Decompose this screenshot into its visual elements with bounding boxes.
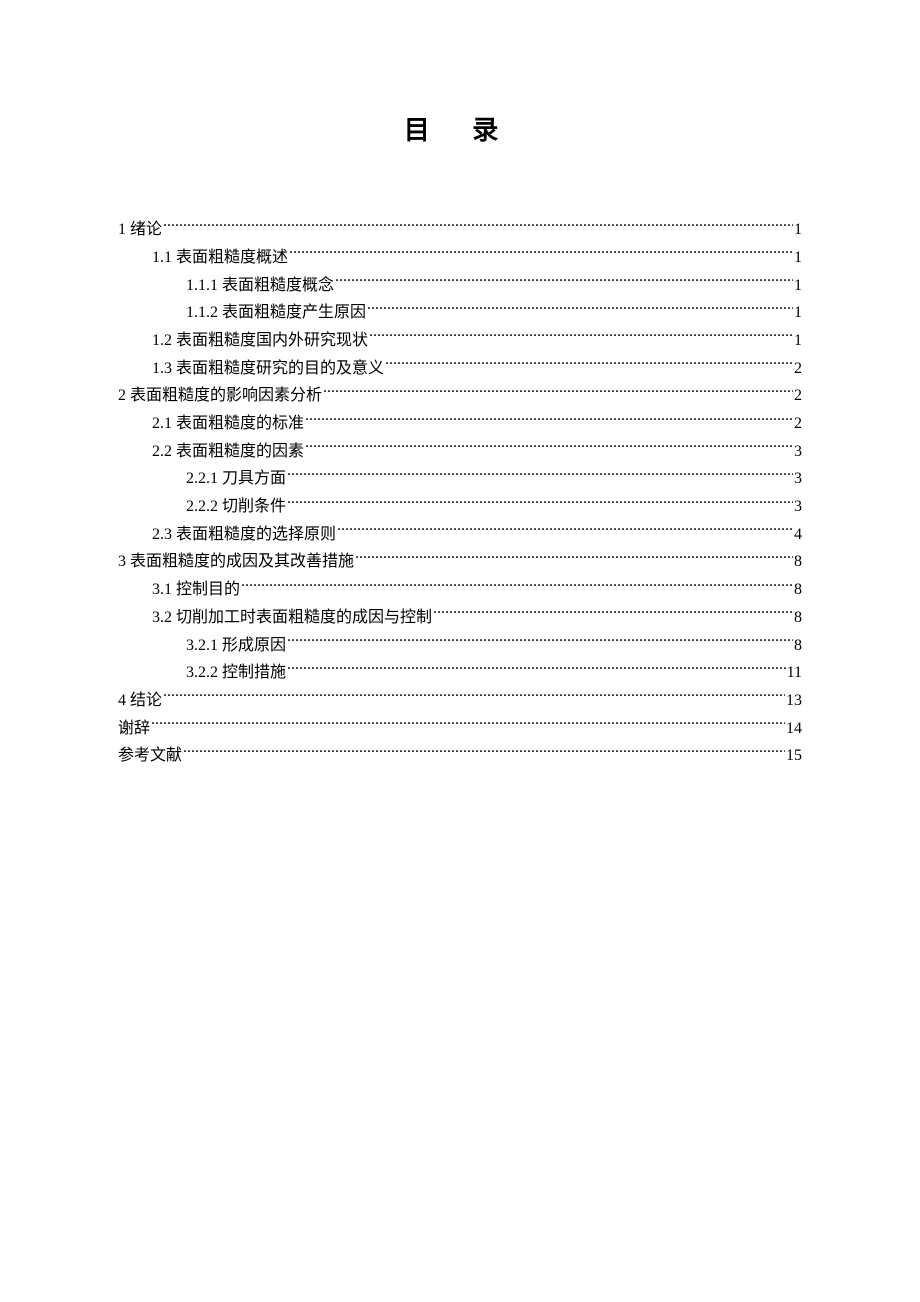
toc-leader-dots <box>367 298 793 317</box>
toc-entry: 2 表面粗糙度的影响因素分析 2 <box>118 381 802 409</box>
toc-leader-dots <box>151 713 785 732</box>
toc-entry: 2.2.1 刀具方面 3 <box>118 464 802 492</box>
toc-label: 1 绪论 <box>118 217 162 243</box>
toc-leader-dots <box>287 492 793 511</box>
toc-page-number: 3 <box>794 494 802 520</box>
toc-entry: 谢辞 14 <box>118 713 802 741</box>
toc-label: 1.1 表面粗糙度概述 <box>152 245 288 271</box>
toc-page-number: 1 <box>794 273 802 299</box>
toc-leader-dots <box>433 603 793 622</box>
toc-page-number: 13 <box>786 688 802 714</box>
toc-label: 3.1 控制目的 <box>152 577 240 603</box>
toc-entry: 1.1.1 表面粗糙度概念 1 <box>118 270 802 298</box>
toc-list: 1 绪论11.1 表面粗糙度概述11.1.1 表面粗糙度概念11.1.2 表面粗… <box>118 215 802 769</box>
toc-entry: 1.1 表面粗糙度概述 1 <box>118 243 802 271</box>
toc-leader-dots <box>287 464 793 483</box>
toc-leader-dots <box>337 520 793 539</box>
toc-leader-dots <box>183 741 785 760</box>
toc-leader-dots <box>385 353 793 372</box>
toc-label: 谢辞 <box>118 716 150 742</box>
toc-title: 目 录 <box>118 110 802 147</box>
toc-page-number: 2 <box>794 383 802 409</box>
toc-entry: 2.3 表面粗糙度的选择原则 4 <box>118 520 802 548</box>
toc-page-number: 1 <box>794 300 802 326</box>
toc-entry: 1.2 表面粗糙度国内外研究现状 1 <box>118 326 802 354</box>
toc-entry: 1.3 表面粗糙度研究的目的及意义 2 <box>118 353 802 381</box>
toc-page-number: 2 <box>794 411 802 437</box>
toc-page-number: 11 <box>787 660 802 686</box>
toc-entry: 1 绪论 1 <box>118 215 802 243</box>
toc-entry: 3.2.2 控制措施 11 <box>118 658 802 686</box>
toc-page-number: 8 <box>794 605 802 631</box>
toc-leader-dots <box>287 630 793 649</box>
toc-entry: 2.1 表面粗糙度的标准 2 <box>118 409 802 437</box>
toc-leader-dots <box>305 437 793 456</box>
toc-page-number: 4 <box>794 522 802 548</box>
toc-label: 2.2.1 刀具方面 <box>186 466 286 492</box>
toc-leader-dots <box>287 658 786 677</box>
toc-entry: 参考文献 15 <box>118 741 802 769</box>
toc-label: 3.2 切削加工时表面粗糙度的成因与控制 <box>152 605 432 631</box>
toc-label: 2.3 表面粗糙度的选择原则 <box>152 522 336 548</box>
toc-page-number: 14 <box>786 716 802 742</box>
toc-label: 3.2.1 形成原因 <box>186 633 286 659</box>
toc-label: 2 表面粗糙度的影响因素分析 <box>118 383 322 409</box>
toc-page-number: 8 <box>794 577 802 603</box>
toc-page-number: 3 <box>794 466 802 492</box>
toc-page-number: 2 <box>794 356 802 382</box>
toc-label: 2.2 表面粗糙度的因素 <box>152 439 304 465</box>
toc-leader-dots <box>305 409 793 428</box>
toc-entry: 3.1 控制目的 8 <box>118 575 802 603</box>
page-container: 目 录 1 绪论11.1 表面粗糙度概述11.1.1 表面粗糙度概念11.1.2… <box>0 0 920 1302</box>
toc-label: 1.3 表面粗糙度研究的目的及意义 <box>152 356 384 382</box>
toc-label: 1.1.1 表面粗糙度概念 <box>186 273 334 299</box>
toc-page-number: 1 <box>794 217 802 243</box>
toc-leader-dots <box>323 381 793 400</box>
toc-page-number: 8 <box>794 549 802 575</box>
toc-leader-dots <box>355 547 793 566</box>
toc-page-number: 8 <box>794 633 802 659</box>
toc-leader-dots <box>163 215 793 234</box>
toc-entry: 3 表面粗糙度的成因及其改善措施 8 <box>118 547 802 575</box>
toc-label: 1.2 表面粗糙度国内外研究现状 <box>152 328 368 354</box>
toc-leader-dots <box>163 686 785 705</box>
toc-label: 1.1.2 表面粗糙度产生原因 <box>186 300 366 326</box>
toc-leader-dots <box>289 243 793 262</box>
toc-label: 3.2.2 控制措施 <box>186 660 286 686</box>
toc-entry: 2.2 表面粗糙度的因素 3 <box>118 437 802 465</box>
toc-page-number: 1 <box>794 245 802 271</box>
toc-entry: 2.2.2 切削条件 3 <box>118 492 802 520</box>
toc-leader-dots <box>241 575 793 594</box>
toc-page-number: 1 <box>794 328 802 354</box>
toc-label: 2.2.2 切削条件 <box>186 494 286 520</box>
toc-label: 4 结论 <box>118 688 162 714</box>
toc-entry: 3.2.1 形成原因 8 <box>118 630 802 658</box>
toc-page-number: 15 <box>786 743 802 769</box>
toc-entry: 3.2 切削加工时表面粗糙度的成因与控制 8 <box>118 603 802 631</box>
toc-label: 参考文献 <box>118 743 182 769</box>
toc-leader-dots <box>335 270 793 289</box>
toc-entry: 1.1.2 表面粗糙度产生原因 1 <box>118 298 802 326</box>
toc-leader-dots <box>369 326 793 345</box>
toc-page-number: 3 <box>794 439 802 465</box>
toc-entry: 4 结论 13 <box>118 686 802 714</box>
toc-label: 2.1 表面粗糙度的标准 <box>152 411 304 437</box>
toc-label: 3 表面粗糙度的成因及其改善措施 <box>118 549 354 575</box>
